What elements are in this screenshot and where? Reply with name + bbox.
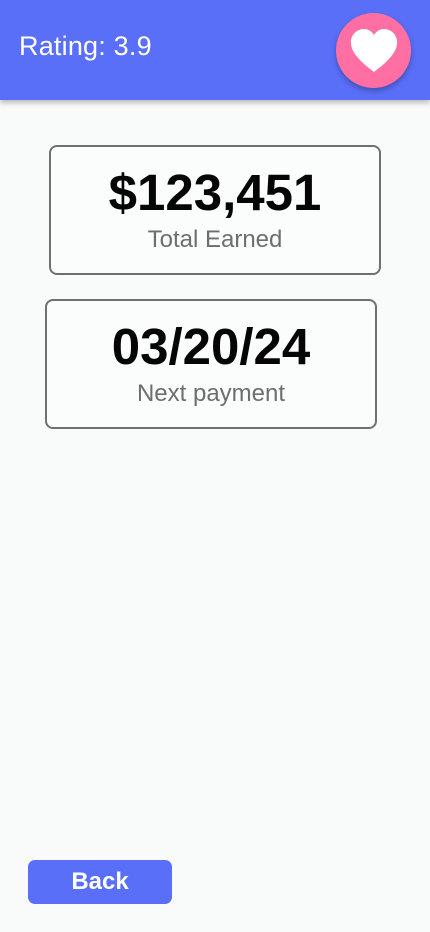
total-earned-value: $123,451 bbox=[108, 164, 322, 221]
favorite-button[interactable] bbox=[336, 13, 411, 88]
next-payment-label: Next payment bbox=[136, 380, 286, 407]
next-payment-card: 03/20/24 Next payment bbox=[45, 299, 377, 429]
rating-text: Rating: 3.9 bbox=[19, 31, 152, 61]
total-earned-label: Total Earned bbox=[147, 226, 283, 253]
back-button[interactable]: Back bbox=[28, 860, 172, 904]
heart-icon bbox=[350, 28, 397, 72]
next-payment-value: 03/20/24 bbox=[111, 318, 311, 375]
app-header: Rating: 3.9 bbox=[0, 0, 430, 100]
total-earned-card: $123,451 Total Earned bbox=[49, 145, 381, 275]
